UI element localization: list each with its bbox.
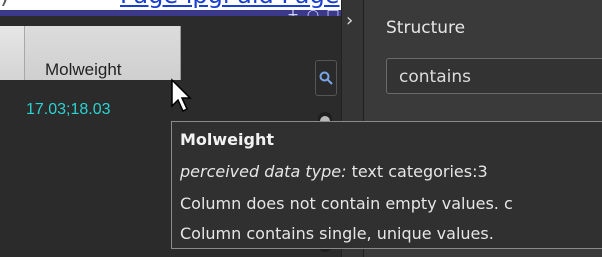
structure-filter-value: contains (399, 67, 471, 87)
tooltip-unique-values-line: Column contains single, unique values. (180, 224, 494, 243)
column-header-molweight[interactable]: Molweight (0, 26, 181, 80)
search-icon (319, 71, 333, 85)
column-header-label: Molweight (45, 60, 122, 79)
mouse-pointer-icon (171, 78, 192, 113)
column-tooltip: Molweight perceived data type: text cate… (171, 121, 602, 249)
tooltip-title: Molweight (180, 130, 275, 149)
tooltip-type-rest: text categories:3 (346, 162, 488, 181)
tooltip-type-prefix: perceived data type: (180, 162, 347, 181)
top-strip-fragment: ) (0, 0, 9, 9)
column-header-edge (0, 26, 25, 80)
chevron-right-icon[interactable]: › (346, 10, 353, 31)
cell-molweight[interactable]: 17.03;18.03 (26, 101, 111, 119)
structure-label: Structure (386, 18, 466, 38)
tooltip-data-type-line: perceived data type: text categories:3 (180, 162, 488, 181)
search-button[interactable] (315, 60, 337, 96)
structure-filter-select[interactable]: contains (386, 58, 602, 94)
tooltip-empty-values-line: Column does not contain empty values. c (180, 194, 513, 213)
